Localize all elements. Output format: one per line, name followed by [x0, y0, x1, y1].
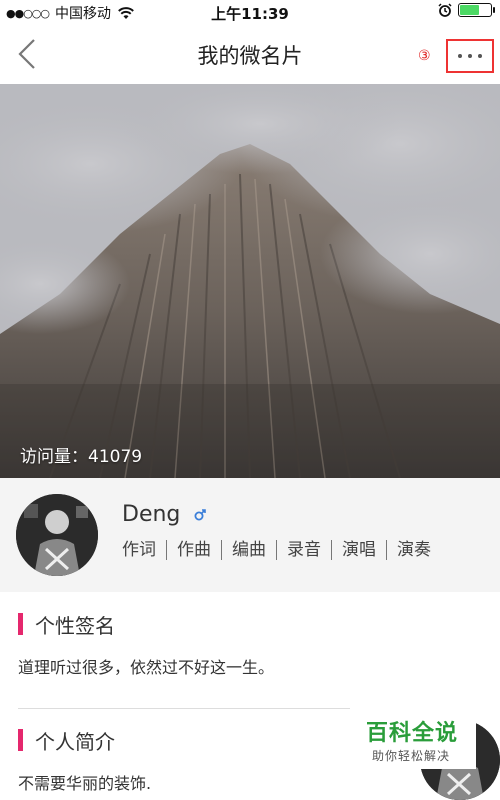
step-annotation: ③ [418, 48, 431, 64]
section-header: 个人简介 [18, 728, 115, 754]
skill-tag: 编曲 [221, 540, 276, 560]
signature-text: 道理听过很多，依然过不好这一生。 [18, 658, 275, 677]
more-dots-icon [458, 54, 462, 58]
status-bar: ●●○○○ 中国移动 上午11:39 [0, 0, 500, 24]
skill-tags: 作词 作曲 编曲 录音 演唱 演奏 [122, 540, 441, 560]
section-title: 个人简介 [35, 729, 115, 754]
divider [18, 708, 350, 709]
profile-name: Deng [122, 502, 181, 527]
profile-card: Deng 作词 作曲 编曲 录音 演唱 演奏 [0, 478, 500, 592]
cover-photo [0, 84, 500, 478]
skill-tag: 作曲 [166, 540, 221, 560]
mountain-cloud-image [0, 84, 500, 478]
section-accent-bar [18, 729, 23, 751]
section-title: 个性签名 [35, 613, 115, 638]
avatar-image [16, 494, 98, 576]
status-time: 上午11:39 [211, 5, 289, 23]
battery-icon [458, 3, 495, 17]
watermark-logo: 百科全说 助你轻松解决 [350, 707, 476, 769]
watermark-slogan: 助你轻松解决 [372, 749, 451, 763]
avatar[interactable] [16, 494, 98, 576]
watermark-brand: 百科全说 [366, 721, 459, 746]
more-button[interactable] [446, 39, 494, 73]
more-dots-icon [468, 54, 472, 58]
alarm-icon [438, 3, 452, 17]
battery-fill [460, 5, 480, 15]
section-header: 个性签名 [18, 612, 115, 638]
status-right [438, 3, 495, 17]
skill-tag: 作词 [122, 540, 156, 560]
skill-tag: 演唱 [331, 540, 386, 560]
skill-tag: 演奏 [386, 540, 441, 560]
skill-tag: 录音 [276, 540, 331, 560]
nav-bar: 我的微名片 ③ [0, 24, 500, 84]
visit-count: 访问量：41079 [20, 447, 143, 467]
section-accent-bar [18, 613, 23, 635]
more-dots-icon [478, 54, 482, 58]
male-icon [194, 509, 206, 521]
intro-text: 不需要华丽的装饰. [18, 774, 152, 793]
